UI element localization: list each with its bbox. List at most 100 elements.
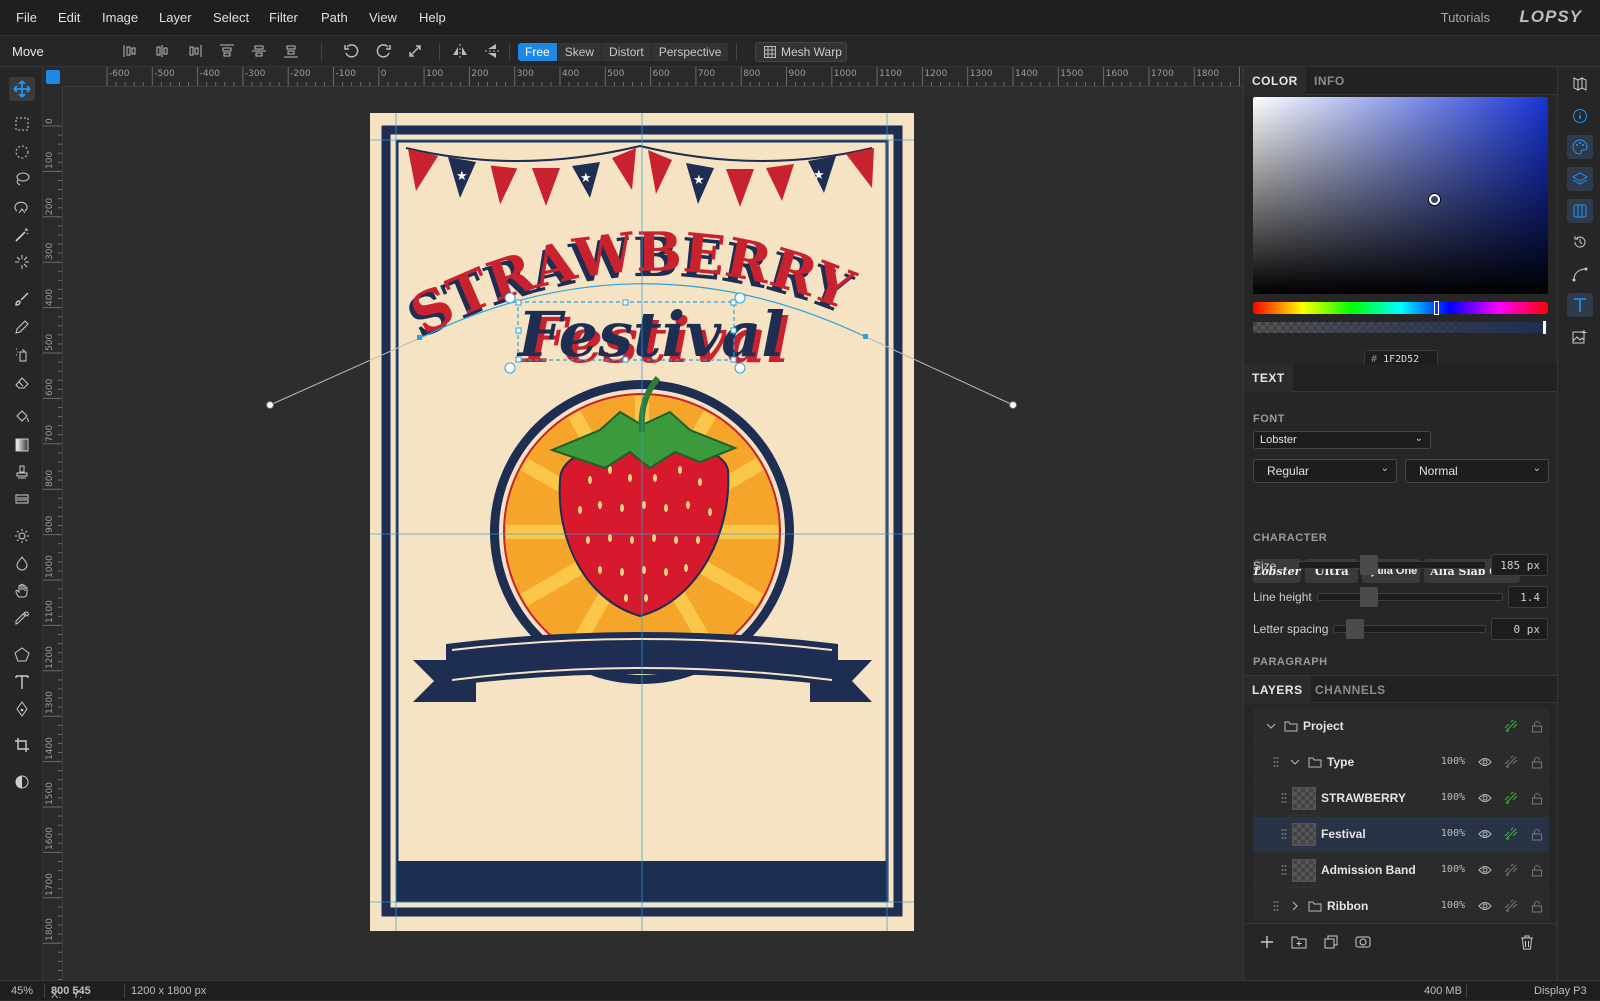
size-slider-thumb[interactable] — [1360, 555, 1378, 575]
line-height-slider[interactable] — [1317, 593, 1503, 601]
flip-horizontal-icon[interactable] — [449, 41, 471, 61]
chevron-right-icon[interactable] — [1287, 898, 1303, 914]
link-icon[interactable] — [1503, 898, 1519, 914]
pattern-stamp-tool-icon[interactable] — [9, 487, 35, 511]
drag-handle-icon[interactable] — [1281, 792, 1287, 804]
magnetic-lasso-tool-icon[interactable] — [9, 195, 35, 219]
text-panel-icon[interactable] — [1567, 293, 1593, 317]
history-icon[interactable] — [1567, 230, 1593, 254]
link-icon[interactable] — [1503, 754, 1519, 770]
contrast-toggle-icon[interactable] — [9, 770, 35, 794]
letter-spacing-input[interactable]: 0 px — [1491, 618, 1548, 640]
pen-tool-icon[interactable] — [9, 697, 35, 721]
warp-handle-left[interactable] — [266, 401, 274, 409]
ellipse-select-tool-icon[interactable] — [9, 140, 35, 164]
align-top-icon[interactable] — [216, 41, 238, 61]
tab-info[interactable]: INFO — [1306, 67, 1353, 95]
letter-spacing-slider-thumb[interactable] — [1346, 619, 1364, 639]
trash-icon[interactable] — [1519, 934, 1535, 950]
menu-help[interactable]: Help — [419, 10, 446, 25]
tab-color[interactable]: COLOR — [1244, 67, 1306, 95]
link-icon[interactable] — [1503, 718, 1519, 734]
info-icon[interactable] — [1567, 104, 1593, 128]
menu-path[interactable]: Path — [321, 10, 348, 25]
link-icon[interactable] — [1503, 826, 1519, 842]
size-input[interactable]: 185 px — [1491, 554, 1548, 576]
canvas[interactable]: ★ ★ ★ ★ STRAWBERRY STRAWBERRY Festival F… — [63, 87, 1243, 980]
eye-icon[interactable] — [1477, 862, 1493, 878]
move-tool-icon[interactable] — [9, 77, 35, 101]
library-icon[interactable] — [1567, 72, 1593, 96]
warp-handle-right[interactable] — [1009, 401, 1017, 409]
color-picker-handle[interactable] — [1429, 194, 1440, 205]
color-palette-icon[interactable] — [1567, 135, 1593, 159]
menu-select[interactable]: Select — [213, 10, 249, 25]
text-tool-icon[interactable] — [9, 670, 35, 694]
vertical-ruler[interactable]: 0 100 200 300 400 500 600 700 800 900 1000 1100 1200… — [43, 87, 63, 980]
mode-perspective-button[interactable]: Perspective — [652, 43, 730, 61]
align-middle-v-icon[interactable] — [248, 41, 270, 61]
font-family-select[interactable]: Lobster ⌄ — [1253, 431, 1431, 449]
menu-layer[interactable]: Layer — [159, 10, 192, 25]
brush-tool-icon[interactable] — [9, 287, 35, 311]
eyedropper-tool-icon[interactable] — [9, 606, 35, 630]
tab-text[interactable]: TEXT — [1244, 364, 1293, 392]
pencil-tool-icon[interactable] — [9, 315, 35, 339]
color-saturation-field[interactable] — [1253, 97, 1548, 294]
canvas-workspace[interactable]: ★ ★ ★ ★ STRAWBERRY STRAWBERRY Festival F… — [63, 87, 1243, 980]
link-icon[interactable] — [1503, 790, 1519, 806]
mesh-warp-button[interactable]: Mesh Warp — [755, 42, 847, 62]
menu-image[interactable]: Image — [102, 10, 138, 25]
menu-file[interactable]: File — [16, 10, 37, 25]
quick-select-tool-icon[interactable] — [9, 250, 35, 274]
layer-opacity[interactable]: 100% — [1441, 792, 1465, 803]
spray-tool-icon[interactable] — [9, 342, 35, 366]
mode-free-button[interactable]: Free — [518, 43, 558, 61]
font-style-select[interactable]: Regular ⌄ — [1253, 459, 1397, 483]
align-bottom-icon[interactable] — [280, 41, 302, 61]
mode-skew-button[interactable]: Skew — [558, 43, 603, 61]
tutorials-link[interactable]: Tutorials — [1441, 10, 1490, 25]
alpha-slider[interactable] — [1253, 321, 1548, 334]
lasso-tool-icon[interactable] — [9, 167, 35, 191]
layer-opacity[interactable]: 100% — [1441, 900, 1465, 911]
scale-icon[interactable] — [404, 41, 426, 61]
lock-icon[interactable] — [1529, 754, 1545, 770]
stamp-tool-icon[interactable] — [9, 460, 35, 484]
rotate-cw-icon[interactable] — [373, 41, 395, 61]
layer-row-project[interactable]: Project — [1253, 709, 1549, 744]
eye-icon[interactable] — [1477, 754, 1493, 770]
zoom-level[interactable]: 45% — [11, 985, 33, 997]
drag-handle-icon[interactable] — [1273, 756, 1279, 768]
align-center-h-icon[interactable] — [151, 41, 173, 61]
image-adjust-icon[interactable] — [1567, 325, 1593, 349]
gradient-tool-icon[interactable] — [9, 433, 35, 457]
align-right-icon[interactable] — [183, 41, 205, 61]
link-icon[interactable] — [1503, 862, 1519, 878]
mask-icon[interactable] — [1355, 934, 1371, 950]
line-height-input[interactable]: 1.4 — [1508, 586, 1548, 608]
lock-icon[interactable] — [1529, 826, 1545, 842]
lock-icon[interactable] — [1529, 790, 1545, 806]
drag-handle-icon[interactable] — [1281, 864, 1287, 876]
lock-icon[interactable] — [1529, 898, 1545, 914]
add-layer-icon[interactable] — [1259, 934, 1275, 950]
drag-handle-icon[interactable] — [1281, 828, 1287, 840]
dodge-tool-icon[interactable] — [9, 524, 35, 548]
rect-select-tool-icon[interactable] — [9, 112, 35, 136]
tab-channels[interactable]: CHANNELS — [1307, 676, 1394, 704]
layer-opacity[interactable]: 100% — [1441, 756, 1465, 767]
hand-tool-icon[interactable] — [9, 579, 35, 603]
eye-icon[interactable] — [1477, 898, 1493, 914]
chevron-down-icon[interactable] — [1263, 718, 1279, 734]
paths-icon[interactable] — [1567, 262, 1593, 286]
horizontal-ruler[interactable]: -600 -500 -400 -300 -200 -100 0 100 200 300 400 500… — [63, 67, 1243, 87]
layer-row-type[interactable]: Type 100% — [1253, 745, 1549, 780]
shape-tool-icon[interactable] — [9, 643, 35, 667]
new-group-icon[interactable] — [1291, 934, 1307, 950]
hue-slider-thumb[interactable] — [1434, 301, 1439, 315]
menu-edit[interactable]: Edit — [58, 10, 80, 25]
align-left-icon[interactable] — [120, 41, 142, 61]
tab-layers[interactable]: LAYERS — [1244, 676, 1311, 704]
chevron-down-icon[interactable] — [1287, 754, 1303, 770]
